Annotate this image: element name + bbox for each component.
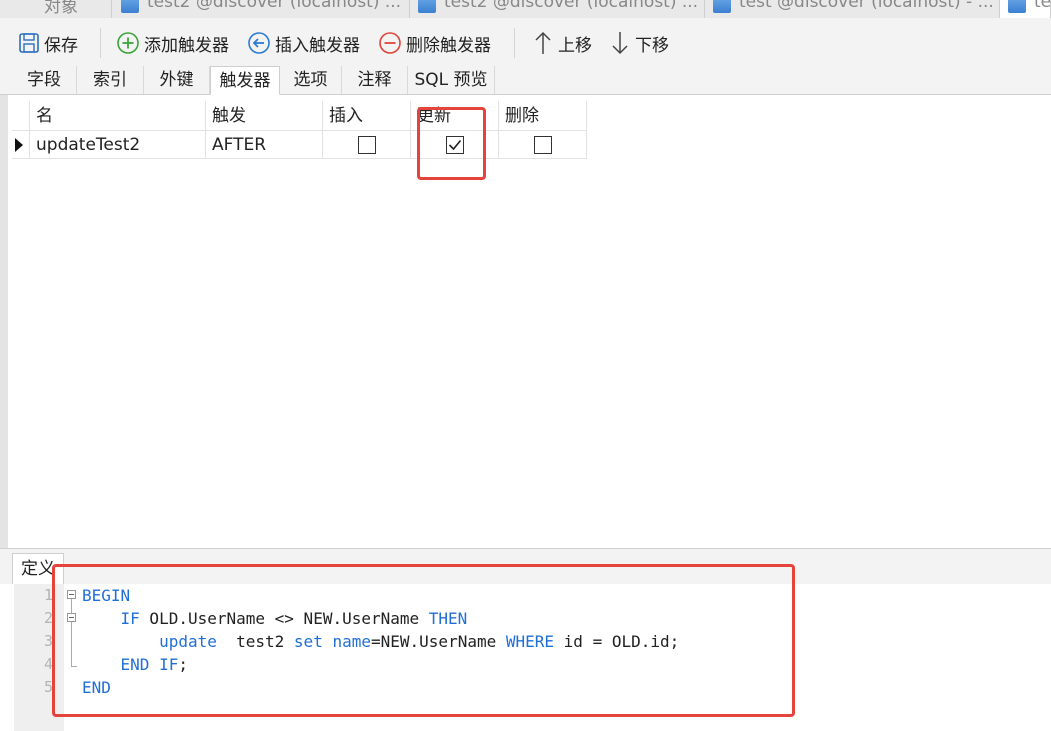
doc-tab-label: test2 @discover (localhost) ... xyxy=(147,0,402,12)
doc-tab-test2-2[interactable]: test2 @discover (localhost) ... xyxy=(410,0,705,18)
column-header-insert[interactable]: 插入 xyxy=(323,101,411,131)
tab-fields[interactable]: 字段 xyxy=(12,66,77,94)
add-circle-icon xyxy=(117,32,139,54)
doc-tab-label: test @discover (localhost) - ... xyxy=(739,0,994,12)
delete-checkbox[interactable] xyxy=(533,135,552,154)
tab-label: 外键 xyxy=(159,70,194,90)
delete-cell xyxy=(499,131,587,159)
insert-trigger-button[interactable]: 插入触发器 xyxy=(247,30,360,56)
save-button[interactable]: 保存 xyxy=(18,30,78,56)
doc-tab-label: test2 @discover (localhost) ... xyxy=(444,0,699,12)
doc-tab-label: te xyxy=(1034,0,1051,12)
column-header-name[interactable]: 名 xyxy=(30,101,206,131)
tab-comments[interactable]: 注释 xyxy=(342,66,408,94)
trigger-timing-cell[interactable]: AFTER xyxy=(206,131,323,159)
insert-arrow-icon xyxy=(248,32,270,54)
tab-label: 索引 xyxy=(93,70,127,90)
insert-cell xyxy=(323,131,411,159)
trigger-name-cell[interactable]: updateTest2 xyxy=(30,131,206,159)
doc-tab-objects[interactable]: 对象 xyxy=(0,0,112,18)
table-icon xyxy=(418,0,436,13)
save-icon xyxy=(19,33,39,53)
toolbar-divider xyxy=(100,28,101,58)
table-edit-icon xyxy=(121,0,139,13)
move-down-label: 下移 xyxy=(635,35,669,56)
table-icon xyxy=(713,0,731,13)
tab-options[interactable]: 选项 xyxy=(280,66,342,94)
highlight-definition-code xyxy=(52,564,795,717)
tab-label: 字段 xyxy=(27,70,61,90)
doc-tab-active[interactable]: te xyxy=(1000,0,1051,18)
document-tabs: 对象 test2 @discover (localhost) ... test2… xyxy=(0,0,1051,19)
toolbar: 保存 添加触发器 插入触发器 删除触发器 上移 下移 xyxy=(0,18,1051,66)
save-label: 保存 xyxy=(44,35,78,56)
tab-indexes[interactable]: 索引 xyxy=(77,66,144,94)
tab-label: 注释 xyxy=(357,70,392,90)
remove-circle-icon xyxy=(379,32,401,54)
table-row[interactable]: updateTest2 AFTER xyxy=(12,131,587,159)
insert-checkbox[interactable] xyxy=(357,135,376,154)
insert-trigger-label: 插入触发器 xyxy=(275,35,360,56)
tab-foreign-keys[interactable]: 外键 xyxy=(144,66,210,94)
column-header-delete[interactable]: 删除 xyxy=(499,101,587,131)
triggers-grid: 名 触发 插入 更新 删除 updateTest2 AFTER xyxy=(12,101,587,159)
move-down-button[interactable]: 下移 xyxy=(609,30,669,56)
arrow-up-icon xyxy=(535,31,551,54)
highlight-update-column xyxy=(417,107,486,180)
doc-tab-label: 对象 xyxy=(44,0,78,17)
table-edit-icon xyxy=(1008,0,1026,13)
move-up-label: 上移 xyxy=(558,35,592,56)
tab-sql-preview[interactable]: SQL 预览 xyxy=(408,66,495,94)
add-trigger-button[interactable]: 添加触发器 xyxy=(116,30,229,56)
tab-label: 选项 xyxy=(293,70,328,90)
row-selector[interactable] xyxy=(12,131,30,159)
delete-trigger-button[interactable]: 删除触发器 xyxy=(378,30,491,56)
tab-label: SQL 预览 xyxy=(414,70,488,90)
grid-header: 名 触发 插入 更新 删除 xyxy=(12,101,587,131)
move-up-button[interactable]: 上移 xyxy=(532,30,592,56)
row-header-corner xyxy=(12,101,30,131)
toolbar-divider xyxy=(514,28,515,58)
current-row-arrow-icon xyxy=(15,138,23,152)
tab-label: 触发器 xyxy=(219,71,271,91)
triggers-grid-area: 名 触发 插入 更新 删除 updateTest2 AFTER xyxy=(0,95,1051,548)
doc-tab-test[interactable]: test @discover (localhost) - ... xyxy=(705,0,1000,18)
arrow-down-icon xyxy=(612,32,628,55)
tab-triggers[interactable]: 触发器 xyxy=(210,66,280,95)
doc-tab-test2-1[interactable]: test2 @discover (localhost) ... xyxy=(113,0,410,18)
designer-tabs: 字段 索引 外键 触发器 选项 注释 SQL 预览 xyxy=(0,66,1051,95)
column-header-timing[interactable]: 触发 xyxy=(206,101,323,131)
add-trigger-label: 添加触发器 xyxy=(144,35,229,56)
delete-trigger-label: 删除触发器 xyxy=(406,35,491,56)
